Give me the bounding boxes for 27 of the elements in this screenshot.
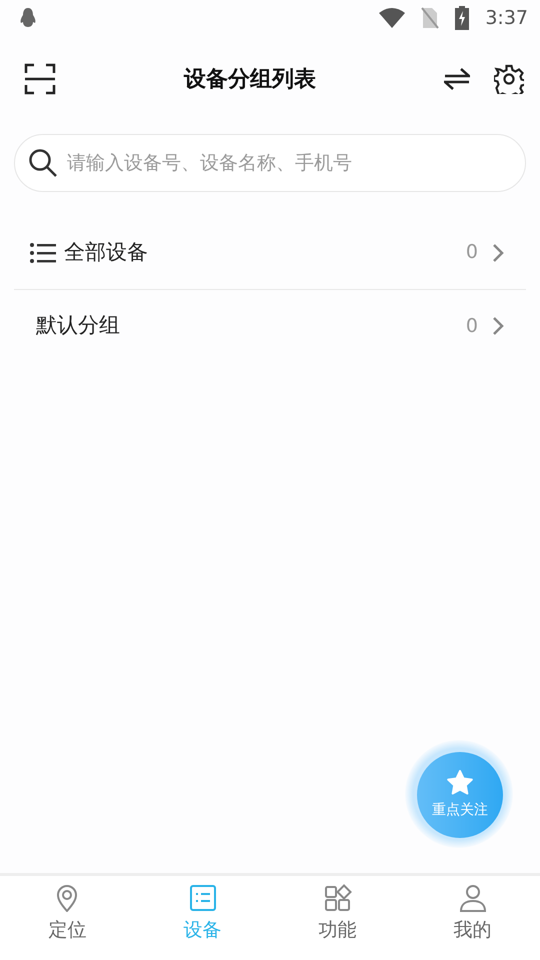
group-count: 0 [466, 240, 478, 266]
group-name: 全部设备 [64, 238, 148, 266]
nav-tab[interactable]: 功能 [270, 876, 405, 960]
swap-icon[interactable] [444, 67, 470, 91]
group-row[interactable]: 默认分组 0 [14, 289, 526, 362]
page-title: 设备分组列表 [184, 66, 316, 92]
nav-tab[interactable]: 定位 [0, 876, 135, 960]
settings-icon[interactable] [494, 64, 524, 94]
list-icon [30, 242, 56, 264]
wifi-icon [379, 8, 406, 28]
group-count: 0 [466, 314, 478, 339]
search-field[interactable]: 请输入设备号、设备名称、手机号 [14, 134, 526, 192]
apps-grid-icon [324, 884, 352, 912]
chevron-right-icon [492, 316, 504, 336]
person-icon [458, 884, 486, 912]
no-sim-icon [421, 7, 440, 29]
group-name: 默认分组 [36, 312, 120, 340]
battery-icon [455, 6, 470, 30]
clock-time: 3:37 [485, 6, 528, 31]
chevron-right-icon [492, 242, 504, 262]
search-icon [28, 148, 58, 178]
star-icon [447, 770, 473, 796]
penguin-icon [18, 7, 38, 29]
scan-icon[interactable] [24, 63, 56, 95]
list-icon [188, 884, 216, 912]
nav-tab[interactable]: 我的 [405, 876, 540, 960]
group-row[interactable]: 全部设备 0 [14, 216, 526, 289]
